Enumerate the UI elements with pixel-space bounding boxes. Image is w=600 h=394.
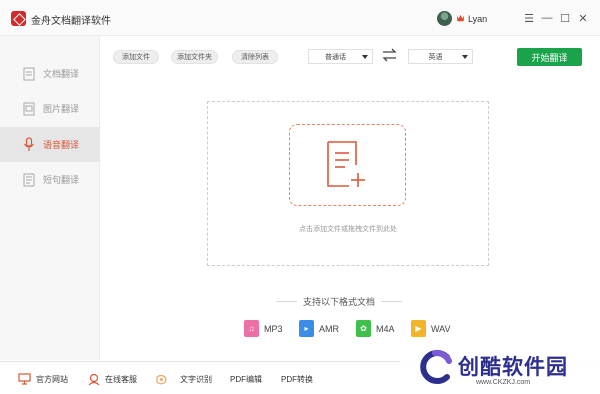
chevron-down-icon: [362, 55, 368, 59]
sidebar: 文档翻译 图片翻译 语音翻译 短句翻译: [0, 36, 100, 360]
add-file-button[interactable]: 添加文件: [113, 50, 159, 64]
formats-title-text: 支持以下格式文档: [303, 296, 376, 307]
footer-label: PDF编辑: [230, 374, 262, 384]
sentence-icon: [22, 172, 36, 188]
footer-label: PDF转换: [281, 374, 313, 384]
format-wav: ▶ WAV: [411, 320, 451, 337]
ocr-icon: [155, 373, 168, 386]
footer-label: 官方网站: [36, 374, 68, 384]
clear-list-button[interactable]: 清除列表: [232, 50, 278, 64]
support-icon: [87, 373, 100, 386]
menu-icon[interactable]: ☰: [522, 10, 536, 26]
avatar[interactable]: [437, 11, 452, 26]
sidebar-item-label: 语音翻译: [43, 140, 80, 150]
music-file-icon: ♫: [244, 320, 259, 337]
footer-label: 文字识别: [180, 374, 212, 384]
sidebar-item-voice[interactable]: 语音翻译: [0, 127, 100, 162]
document-icon: [22, 66, 36, 82]
username[interactable]: Lyan: [468, 14, 487, 24]
sidebar-item-image[interactable]: 图片翻译: [0, 91, 100, 126]
app-title: 金舟文档翻译软件: [31, 16, 111, 27]
vip-crown-icon: [456, 14, 465, 22]
video-file-icon: ▶: [411, 320, 426, 337]
sidebar-item-document[interactable]: 文档翻译: [0, 56, 100, 91]
title-bar: 金舟文档翻译软件 Lyan ☰ — ☐ ✕: [0, 0, 600, 36]
brand-logo-icon: [420, 349, 452, 384]
microphone-icon: [22, 137, 36, 153]
footer-ocr[interactable]: 文字识别: [155, 372, 212, 386]
audio-file-icon: ▸: [299, 320, 314, 337]
watermark-url: www.CKZKJ.com: [476, 379, 531, 386]
source-language-select[interactable]: 普通话: [308, 49, 373, 64]
format-label: M4A: [376, 323, 395, 334]
watermark: 创酷软件园 www.CKZKJ.com: [400, 338, 600, 394]
target-language-value: 英语: [428, 53, 443, 61]
footer-label: 在线客服: [105, 374, 137, 384]
monitor-icon: [18, 373, 31, 386]
format-m4a: ✿ M4A: [356, 320, 395, 337]
swap-languages-icon[interactable]: [382, 48, 397, 62]
footer-official-site[interactable]: 官方网站: [18, 372, 68, 386]
footer-pdf-convert[interactable]: PDF转换: [281, 372, 313, 386]
sidebar-item-label: 图片翻译: [43, 104, 80, 114]
format-label: WAV: [431, 323, 451, 334]
add-document-icon: [327, 141, 365, 187]
footer-pdf-edit[interactable]: PDF编辑: [230, 372, 262, 386]
format-amr: ▸ AMR: [299, 320, 339, 337]
minimize-button[interactable]: —: [540, 10, 554, 26]
sidebar-item-sentence[interactable]: 短句翻译: [0, 162, 100, 197]
close-button[interactable]: ✕: [576, 10, 590, 26]
format-label: AMR: [319, 323, 339, 334]
footer-online-support[interactable]: 在线客服: [87, 372, 137, 386]
format-label: MP3: [264, 323, 283, 334]
target-language-select[interactable]: 英语: [408, 49, 473, 64]
add-folder-button[interactable]: 添加文件夹: [171, 50, 218, 64]
drop-hint-text: 点击添加文件或拖拽文件到此处: [299, 226, 397, 233]
sidebar-item-label: 短句翻译: [43, 175, 80, 185]
maximize-button[interactable]: ☐: [558, 10, 572, 26]
image-icon: [22, 101, 36, 117]
start-translate-button[interactable]: 开始翻译: [517, 48, 582, 66]
source-language-value: 普通话: [325, 53, 346, 61]
add-file-box[interactable]: [289, 124, 406, 206]
chevron-down-icon: [462, 55, 468, 59]
watermark-brand: 创酷软件园: [458, 356, 568, 379]
format-mp3: ♫ MP3: [244, 320, 283, 337]
audio-file-icon: ✿: [356, 320, 371, 337]
formats-title: 支持以下格式文档: [270, 296, 408, 307]
app-logo-icon: [11, 11, 26, 26]
sidebar-item-label: 文档翻译: [43, 69, 80, 79]
